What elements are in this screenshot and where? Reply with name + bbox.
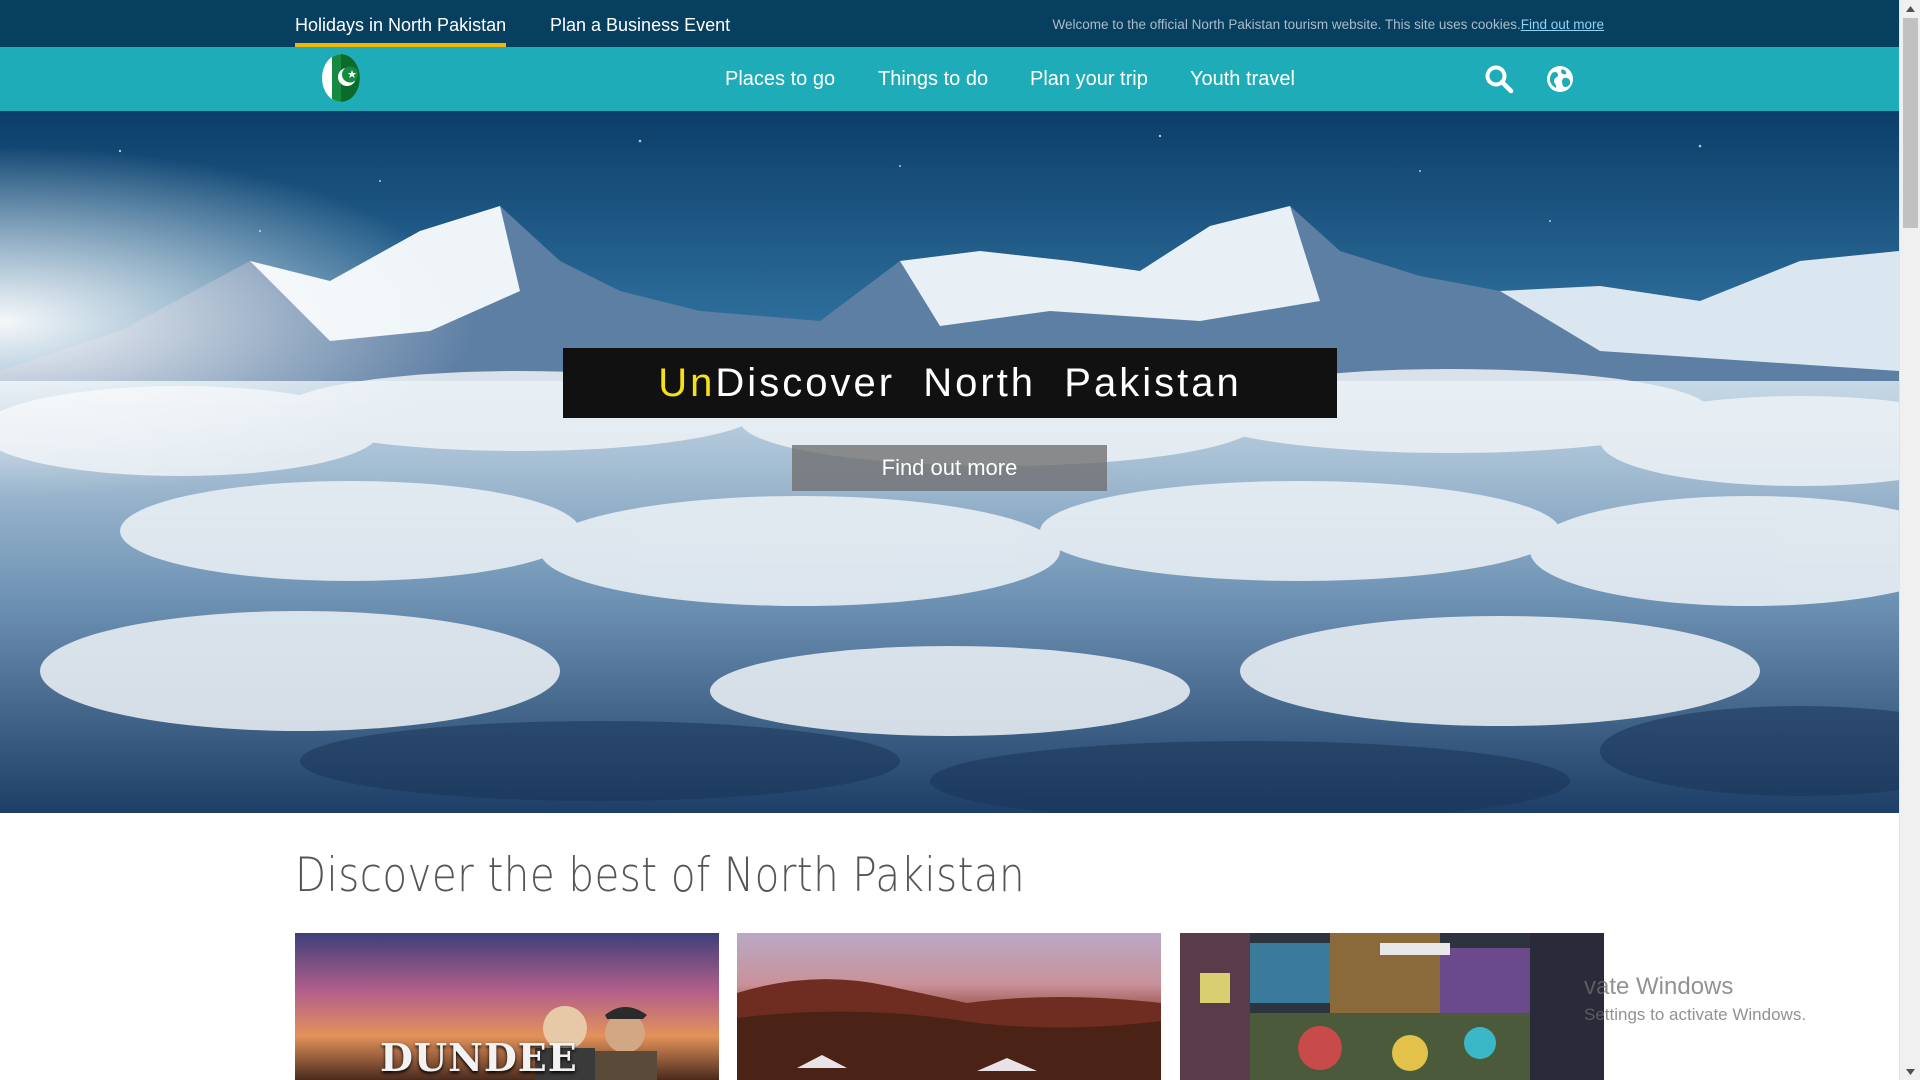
hero-title-rest: Discover North Pakistan [715, 360, 1242, 405]
scroll-down-arrow-icon[interactable] [1900, 1063, 1920, 1080]
tab-business-event[interactable]: Plan a Business Event [550, 15, 730, 36]
cookie-find-out-more-link[interactable]: Find out more [1521, 17, 1604, 32]
nav-youth-travel[interactable]: Youth travel [1190, 68, 1295, 91]
tab-holidays[interactable]: Holidays in North Pakistan [295, 15, 506, 36]
card-dundee[interactable]: DUNDEE [295, 933, 719, 1080]
page: Holidays in North Pakistan Plan a Busine… [0, 0, 1920, 1080]
hero-banner: Un Discover North Pakistan Find out more [0, 111, 1899, 813]
search-icon[interactable] [1484, 64, 1514, 94]
scrollbar-thumb[interactable] [1903, 18, 1918, 228]
nav-things-to-do[interactable]: Things to do [878, 68, 988, 91]
cookie-notice-text: Welcome to the official North Pakistan t… [1052, 17, 1521, 32]
card-image-desert-tents [737, 933, 1161, 1080]
card-desert[interactable] [737, 933, 1161, 1080]
hero-find-out-more-button[interactable]: Find out more [792, 445, 1107, 491]
pakistan-flag-icon[interactable] [320, 53, 362, 103]
globe-icon[interactable] [1545, 64, 1575, 94]
vertical-scrollbar[interactable] [1899, 0, 1920, 1080]
scroll-up-arrow-icon[interactable] [1900, 0, 1920, 17]
hero-title-highlight: Un [658, 360, 716, 405]
main-navigation: Places to go Things to do Plan your trip… [0, 47, 1899, 111]
cookie-notice: Welcome to the official North Pakistan t… [1053, 17, 1605, 32]
card-graffiti[interactable] [1180, 933, 1604, 1080]
section-title: Discover the best of North Pakistan [295, 848, 1026, 903]
watermark-line-1: vate Windows [1584, 973, 1734, 1000]
card-caption: DUNDEE [380, 1035, 578, 1080]
hero-title: Un Discover North Pakistan [563, 348, 1337, 418]
card-image-graffiti [1180, 933, 1604, 1080]
nav-plan-your-trip[interactable]: Plan your trip [1030, 68, 1148, 91]
nav-places-to-go[interactable]: Places to go [725, 68, 835, 91]
top-utility-bar: Holidays in North Pakistan Plan a Busine… [0, 0, 1899, 47]
windows-activation-watermark: vate Windows Settings to activate Window… [1584, 973, 1806, 1025]
watermark-line-2: Settings to activate Windows. [1584, 1005, 1807, 1024]
